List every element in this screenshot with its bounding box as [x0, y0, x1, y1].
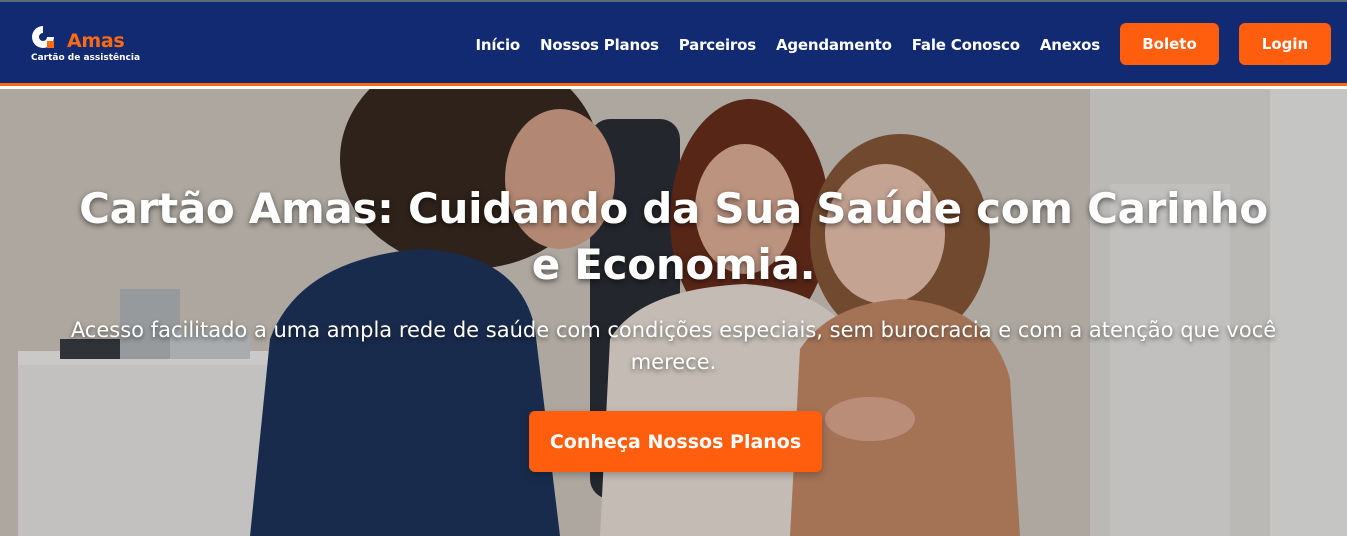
nav-link-parceiros[interactable]: Parceiros	[679, 30, 756, 60]
logo-tagline: Cartão de assistência	[31, 53, 141, 63]
nav-link-fale-conosco[interactable]: Fale Conosco	[912, 30, 1020, 60]
nav-link-agendamento[interactable]: Agendamento	[776, 30, 892, 60]
conheca-planos-button[interactable]: Conheça Nossos Planos	[529, 411, 822, 472]
hero-subtitle: Acesso facilitado a uma ampla rede de sa…	[70, 318, 1277, 374]
login-button[interactable]: Login	[1239, 23, 1331, 65]
boleto-button[interactable]: Boleto	[1120, 23, 1219, 65]
main-nav: Início Nossos Planos Parceiros Agendamen…	[475, 30, 1100, 60]
logo-name: Amas	[67, 30, 125, 52]
hero-section: Cartão Amas: Cuidando da Sua Saúde com C…	[0, 89, 1347, 536]
hero-title: Cartão Amas: Cuidando da Sua Saúde com C…	[79, 184, 1268, 289]
site-header: Amas Cartão de assistência Início Nossos…	[0, 2, 1347, 86]
brand-logo[interactable]: Amas Cartão de assistência	[30, 22, 140, 66]
nav-link-anexos[interactable]: Anexos	[1040, 30, 1100, 60]
nav-link-inicio[interactable]: Início	[475, 30, 520, 60]
logo-mark-icon	[32, 26, 54, 48]
nav-link-nossos-planos[interactable]: Nossos Planos	[540, 30, 659, 60]
